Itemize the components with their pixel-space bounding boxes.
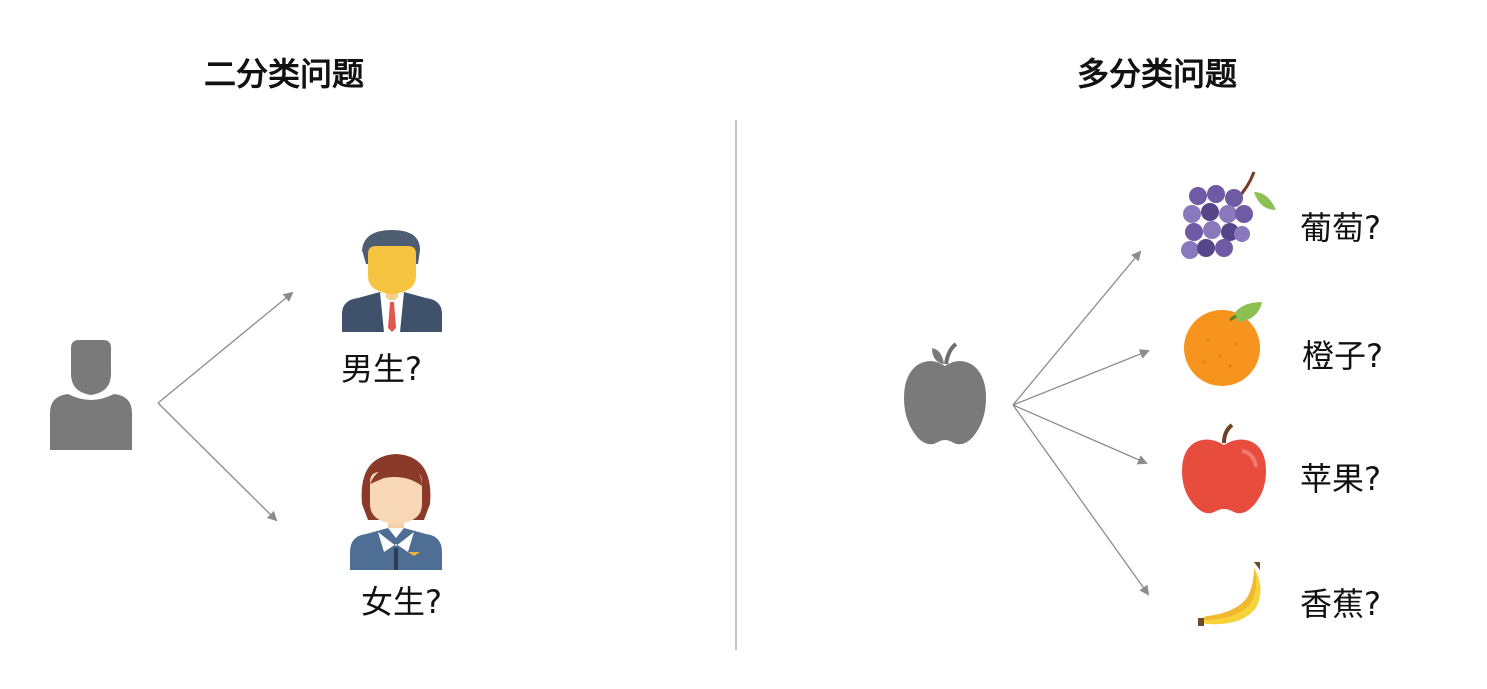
banana-icon bbox=[1198, 562, 1261, 626]
arrow-to-orange bbox=[1012, 349, 1150, 406]
arrow-to-male bbox=[157, 291, 294, 404]
male-avatar-icon bbox=[342, 230, 442, 332]
arrow-to-female bbox=[157, 402, 278, 522]
option-grapes-label: 葡萄? bbox=[1300, 209, 1381, 247]
arrow-to-grapes bbox=[1012, 250, 1142, 406]
option-apple-label: 苹果? bbox=[1300, 460, 1381, 498]
person-silhouette-icon bbox=[50, 340, 132, 450]
red-apple-icon bbox=[1182, 423, 1266, 514]
gray-apple-icon bbox=[904, 342, 986, 445]
orange-icon bbox=[1184, 302, 1262, 386]
option-orange-label: 橙子? bbox=[1302, 337, 1383, 375]
grapes-icon bbox=[1181, 171, 1276, 259]
option-male-label: 男生? bbox=[341, 350, 422, 388]
arrow-to-banana bbox=[1012, 404, 1150, 596]
option-female-label: 女生? bbox=[361, 583, 442, 621]
option-banana-label: 香蕉? bbox=[1300, 585, 1381, 623]
female-avatar-icon bbox=[350, 454, 442, 570]
